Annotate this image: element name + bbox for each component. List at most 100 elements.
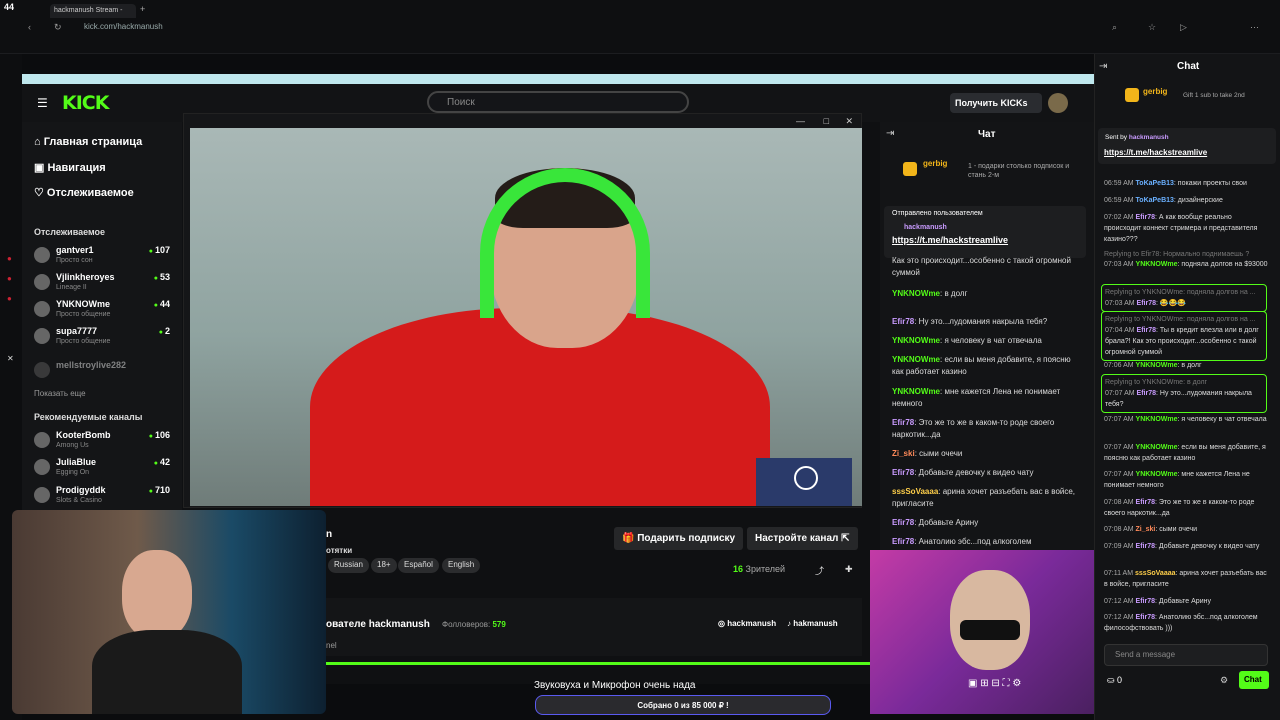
gift-text: 1 - подарки столько подписок и стань 2-м	[968, 163, 1070, 179]
maximize-icon[interactable]: □	[824, 116, 829, 126]
collapse-chat-icon[interactable]: ⇥	[1099, 61, 1107, 72]
app-icon[interactable]: ●	[7, 294, 12, 303]
chat-message: 07:03 AM YNKNOWme: подняла долгов на $93…	[1104, 261, 1268, 268]
points-display[interactable]: ⛀ 0	[1107, 675, 1122, 686]
play-icon[interactable]: ▷	[1180, 22, 1187, 33]
chat-message: Как это происходит...особенно с такой ог…	[892, 256, 1071, 277]
instagram-link[interactable]: ◎ hackmanush	[718, 619, 776, 628]
kick-logo[interactable]: KICK	[62, 92, 109, 114]
inner-chat-title: Чат	[978, 129, 996, 140]
app-icon[interactable]: ●	[7, 274, 12, 283]
close-icon[interactable]: ✕	[845, 116, 853, 127]
obs-icon	[794, 466, 818, 490]
chat-message: 07:07 AM YNKNOWme: мне кажется Лена не п…	[1104, 471, 1250, 489]
address-bar[interactable]: kick.com/hackmanush	[84, 22, 163, 31]
app-icon[interactable]: ●	[7, 254, 12, 263]
nav-browse[interactable]: ▣ Навигация	[34, 161, 106, 174]
donation-progress-bar: Собрано 0 из 85 000 ₽ !	[535, 695, 831, 715]
nav-following[interactable]: ♡ Отслеживаемое	[34, 186, 134, 199]
viewer-count: 16 Зрителей	[733, 564, 786, 574]
gift-sub-button[interactable]: 🎁 Подарить подписку	[614, 527, 744, 550]
browser-tab[interactable]: hackmanush Stream -	[50, 4, 136, 18]
chat-message: Efir78: Добавьте девочку к видео чату	[892, 468, 1034, 477]
get-kicks-button[interactable]: Получить KICKs	[950, 93, 1042, 113]
channel-fragment: nel	[326, 641, 337, 650]
chat-message: 06:59 AM ToKaPeB13: покажи проекты свои	[1104, 180, 1247, 187]
hamburger-icon[interactable]: ☰	[37, 96, 48, 110]
nav-home[interactable]: ⌂ Главная страница	[34, 136, 142, 148]
settings-icon[interactable]: ⚙	[1220, 675, 1228, 686]
chat-message: YNKNOWme: если вы меня добавите, я поясн…	[892, 355, 1071, 376]
followers-count: Фолловеров: 579	[442, 620, 506, 629]
pinned-link[interactable]: https://t.me/hackstreamlive	[892, 235, 1008, 245]
chat-message: Zi_ski: сыми очечи	[892, 449, 963, 458]
chat-send-button[interactable]: Chat	[1239, 671, 1269, 689]
follow-icon[interactable]: ✚	[845, 564, 853, 575]
chat-message: YNKNOWme: я человеку в чат отвечала	[892, 336, 1042, 345]
search-input[interactable]: Поиск	[427, 91, 689, 113]
video-player[interactable]	[190, 128, 862, 506]
minimize-icon[interactable]: —	[796, 116, 805, 126]
pinned-user: hackmanush	[904, 224, 947, 231]
tiktok-link[interactable]: ♪ hakmanush	[787, 619, 838, 628]
sidebar-channel[interactable]: gantver1Просто сон107	[34, 245, 174, 271]
browser-toolbar: 44 hackmanush Stream - + ‹ ↻ kick.com/ha…	[0, 0, 1280, 54]
chat-message-highlighted: Replying to YNKNOWme: подняла долгов на …	[1101, 284, 1267, 312]
chat-message: 07:08 AM Zi_ski: сыми очечи	[1104, 526, 1198, 533]
share-icon[interactable]: ⤴	[815, 564, 824, 577]
sidebar-channel[interactable]: supa7777Просто общение2	[34, 326, 174, 352]
chat-input[interactable]: Send a message	[1104, 644, 1268, 666]
chat-message: Efir78: Это же то же в каком-то роде сво…	[892, 418, 1055, 439]
sidebar-channel[interactable]: JuliaBlueEgging On42	[34, 457, 174, 483]
donation-goal-title: Звуковуха и Микрофон очень нада	[534, 680, 696, 691]
chat-message: 07:07 AM YNKNOWme: если вы меня добавите…	[1104, 444, 1266, 462]
obs-thumbnail	[756, 458, 852, 506]
chat-message: 07:06 AM YNKNOWme: в долг	[1104, 362, 1202, 369]
stream-title-fragment: n	[326, 529, 333, 540]
webcam-face	[122, 550, 192, 640]
tag-english[interactable]: English	[442, 558, 481, 573]
menu-icon[interactable]: ⋯	[1250, 22, 1259, 33]
avatar[interactable]	[1048, 93, 1068, 113]
reload-icon[interactable]: ↻	[54, 22, 62, 33]
gift-text: Gift 1 sub to take 2nd	[1183, 92, 1245, 99]
webcam-overlay-right	[870, 550, 1094, 714]
tag-18[interactable]: 18+	[371, 558, 397, 573]
sidebar-channel[interactable]: VjlinkheroyesLineage II53	[34, 272, 174, 298]
back-icon[interactable]: ‹	[28, 22, 31, 32]
zoom-icon[interactable]: ⌕	[1112, 22, 1117, 33]
pinned-label: Отправлено пользователем	[892, 210, 983, 217]
collapse-chat-icon[interactable]: ⇥	[886, 128, 894, 139]
pinned-link[interactable]: https://t.me/hackstreamlive	[1104, 148, 1207, 157]
recommended-section-title: Рекомендуемые каналы	[34, 412, 143, 422]
sunglasses	[960, 620, 1020, 640]
new-tab-icon[interactable]: +	[140, 4, 145, 14]
sidebar-channel[interactable]: ProdigyddkSlots & Casino710	[34, 485, 174, 511]
tab-count[interactable]: 44	[4, 2, 14, 12]
gifter-name: gerbig	[923, 159, 948, 168]
chat-message: 07:11 AM sssSoVaaaa: арина хочет разъеба…	[1104, 570, 1267, 588]
stream-category-fragment: отятки	[326, 546, 353, 555]
tag-espanol[interactable]: Español	[398, 558, 439, 573]
sidebar-channel[interactable]: YNKNOWmeПросто общение44	[34, 299, 174, 325]
chat-message: 07:12 AM Efir78: Добавьте Арину	[1104, 598, 1211, 605]
chat-message: YNKNOWme: мне кажется Лена не понимает н…	[892, 387, 1061, 408]
about-title: ователе hackmanush	[326, 619, 430, 630]
chat-message-highlighted: Replying to YNKNOWme: подняла долгов на …	[1101, 311, 1267, 361]
following-section-title: Отслеживаемое	[34, 227, 106, 237]
webcam-body	[92, 630, 242, 714]
show-more-link[interactable]: Показать еще	[34, 389, 86, 398]
chat-message: Efir78: Ну это...лудомания накрыла тебя?	[892, 317, 1048, 326]
sidebar-channel-offline[interactable]: mellstroylive282	[34, 360, 174, 386]
setup-channel-button[interactable]: Настройте канал ⇱	[747, 527, 858, 550]
tag-russian[interactable]: Russian	[328, 558, 369, 573]
chat-message: 07:12 AM Efir78: Анатолию эбс...под алко…	[1104, 614, 1258, 632]
chat-message: sssSoVaaaa: арина хочет разъебать вас в …	[892, 487, 1076, 508]
sidebar-channel[interactable]: KooterBombAmong Us106	[34, 430, 174, 456]
x-icon[interactable]: ✕	[7, 354, 14, 363]
bookmark-icon[interactable]: ☆	[1148, 22, 1156, 33]
chat-message: YNKNOWme: в долг	[892, 289, 968, 298]
chat-message: 07:07 AM YNKNOWme: я человеку в чат отве…	[1104, 416, 1267, 423]
player-controls[interactable]: ▣ ⊞ ⊟ ⛶ ⚙	[968, 678, 1021, 689]
webcam-overlay-left	[12, 510, 326, 714]
